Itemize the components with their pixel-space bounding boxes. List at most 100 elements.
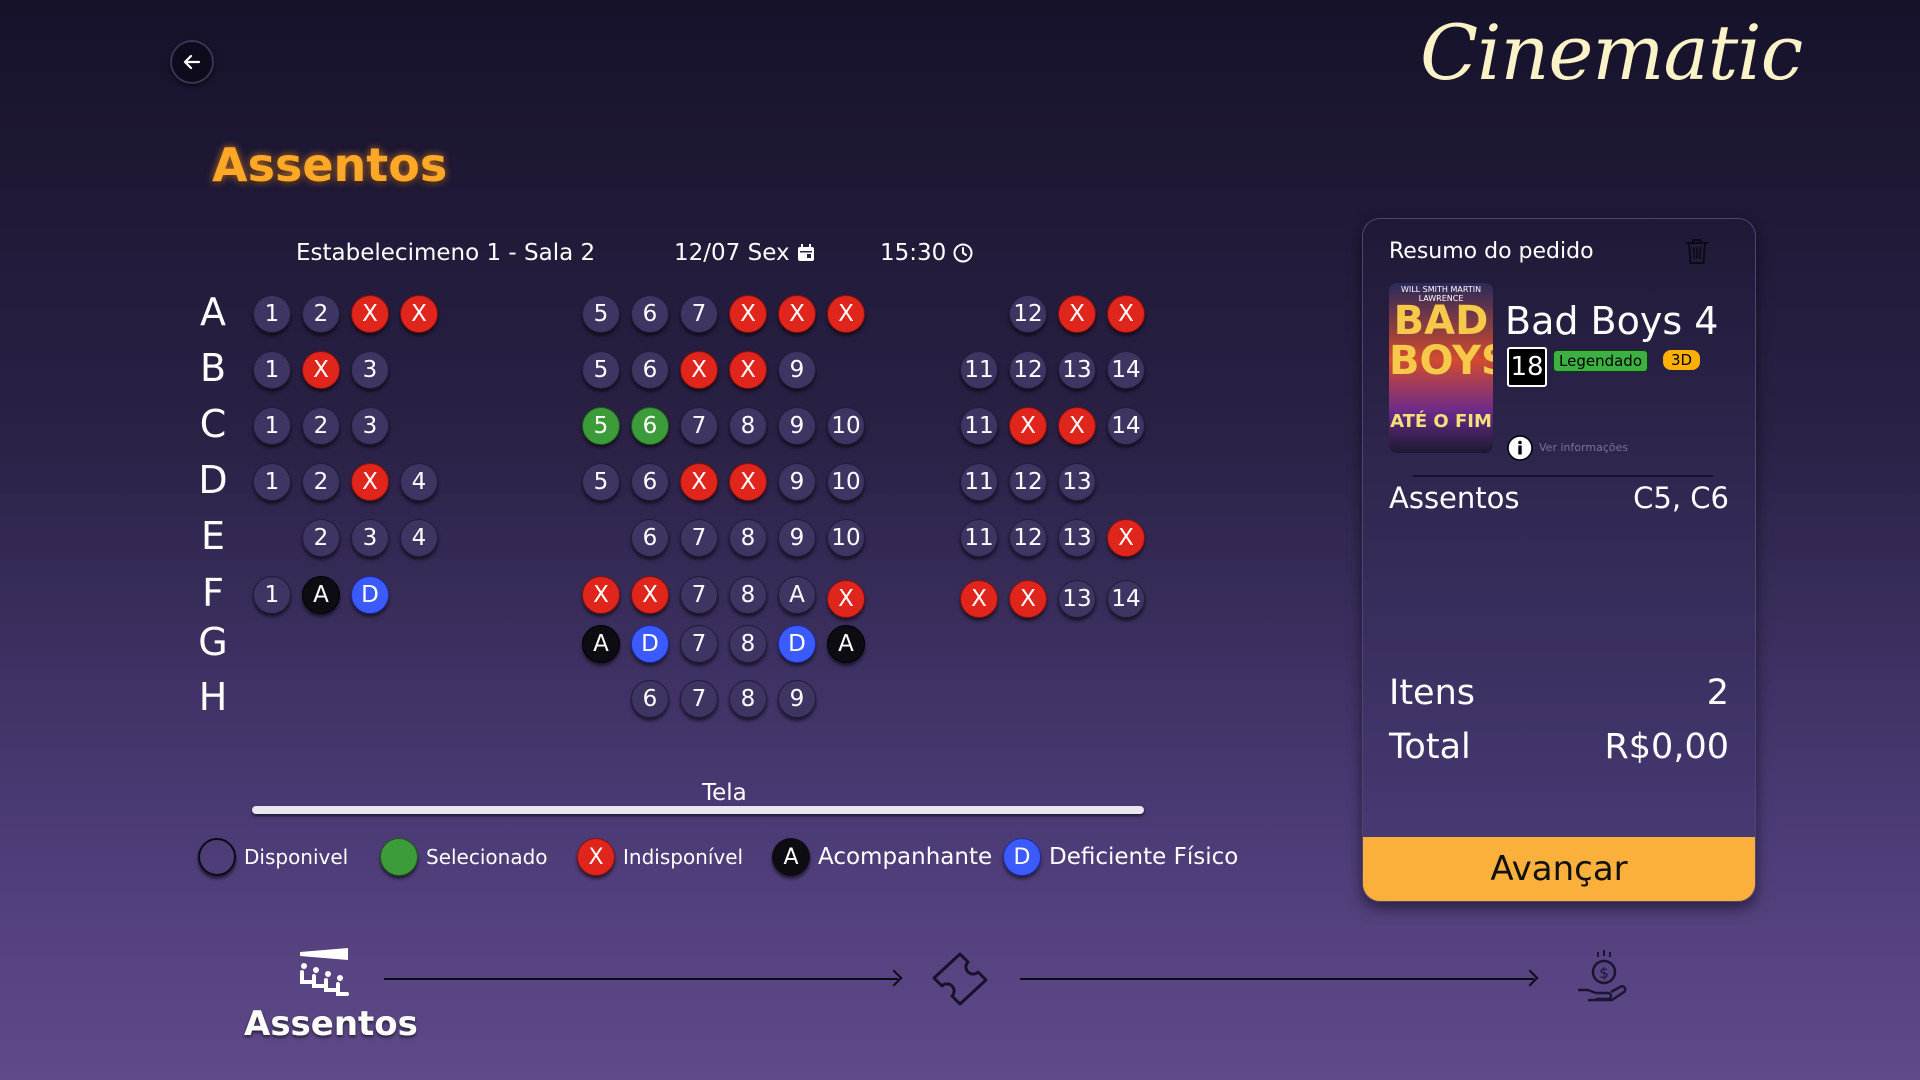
seat-g-6[interactable]: D <box>631 625 669 663</box>
seat-a-7[interactable]: 7 <box>680 295 718 333</box>
seat-c-9[interactable]: 9 <box>778 407 816 445</box>
seat-d-2[interactable]: 2 <box>302 463 340 501</box>
poster-title-line2: BOYS <box>1389 338 1493 384</box>
seat-f-7[interactable]: 7 <box>680 576 718 614</box>
seat-d-3: X <box>351 463 389 501</box>
seat-b-13[interactable]: 13 <box>1058 351 1096 389</box>
more-info-link[interactable]: Ver informações <box>1539 441 1628 454</box>
seat-a-12[interactable]: 12 <box>1009 295 1047 333</box>
seat-e-8[interactable]: 8 <box>729 519 767 557</box>
seat-g-8[interactable]: 8 <box>729 625 767 663</box>
seat-h-8[interactable]: 8 <box>729 680 767 718</box>
calendar-icon <box>797 244 814 261</box>
total-summary-row: Total R$0,00 <box>1389 727 1729 767</box>
seat-d-11[interactable]: 11 <box>960 463 998 501</box>
seat-e-3[interactable]: 3 <box>351 519 389 557</box>
seat-a-6[interactable]: 6 <box>631 295 669 333</box>
seat-b-9[interactable]: 9 <box>778 351 816 389</box>
seat-h-7[interactable]: 7 <box>680 680 718 718</box>
seat-c-2[interactable]: 2 <box>302 407 340 445</box>
seat-e-6[interactable]: 6 <box>631 519 669 557</box>
seat-e-4[interactable]: 4 <box>400 519 438 557</box>
seat-a-14: X <box>1107 295 1145 333</box>
seat-a-5[interactable]: 5 <box>582 295 620 333</box>
seat-f-3[interactable]: D <box>351 576 389 614</box>
date-selector[interactable]: 12/07 Sex <box>674 240 816 266</box>
seat-b-11[interactable]: 11 <box>960 351 998 389</box>
app-logo: Cinematic <box>1420 8 1803 97</box>
seat-b-7: X <box>680 351 718 389</box>
info-icon[interactable] <box>1507 435 1533 461</box>
legend-disabled: D Deficiente Físico <box>1003 838 1238 876</box>
seats-summary-row: Assentos C5, C6 <box>1389 481 1729 515</box>
seat-c-8[interactable]: 8 <box>729 407 767 445</box>
seat-c-3[interactable]: 3 <box>351 407 389 445</box>
seat-f-14[interactable]: 14 <box>1107 580 1145 618</box>
seat-f-8[interactable]: 8 <box>729 576 767 614</box>
seat-e-12[interactable]: 12 <box>1009 519 1047 557</box>
format-badge: 3D <box>1663 350 1701 370</box>
seat-d-10[interactable]: 10 <box>827 463 865 501</box>
seat-g-7[interactable]: 7 <box>680 625 718 663</box>
seat-a-13: X <box>1058 295 1096 333</box>
seat-b-12[interactable]: 12 <box>1009 351 1047 389</box>
row-label-b: B <box>199 346 227 390</box>
seat-d-4[interactable]: 4 <box>400 463 438 501</box>
seat-c-14[interactable]: 14 <box>1107 407 1145 445</box>
legend-unavailable-dot: X <box>577 838 615 876</box>
seat-h-6[interactable]: 6 <box>631 680 669 718</box>
advance-button[interactable]: Avançar <box>1363 837 1755 901</box>
seat-e-11[interactable]: 11 <box>960 519 998 557</box>
seat-g-5[interactable]: A <box>582 625 620 663</box>
seat-g-10[interactable]: A <box>827 625 865 663</box>
seat-c-6[interactable]: 6 <box>631 407 669 445</box>
seat-a-2[interactable]: 2 <box>302 295 340 333</box>
seat-d-13[interactable]: 13 <box>1058 463 1096 501</box>
seat-e-7[interactable]: 7 <box>680 519 718 557</box>
seat-c-5[interactable]: 5 <box>582 407 620 445</box>
trash-icon[interactable] <box>1681 235 1713 267</box>
seat-b-14[interactable]: 14 <box>1107 351 1145 389</box>
seat-f-9[interactable]: A <box>778 576 816 614</box>
seat-h-9[interactable]: 9 <box>778 680 816 718</box>
seat-b-8: X <box>729 351 767 389</box>
seat-e-9[interactable]: 9 <box>778 519 816 557</box>
items-summary-row: Itens 2 <box>1389 673 1729 713</box>
legend-available-label: Disponivel <box>244 845 349 869</box>
seat-f-13[interactable]: 13 <box>1058 580 1096 618</box>
seat-c-1[interactable]: 1 <box>253 407 291 445</box>
seat-b-1[interactable]: 1 <box>253 351 291 389</box>
seat-f-11: X <box>960 580 998 618</box>
date-text: 12/07 Sex <box>674 240 790 266</box>
seat-f-10: X <box>827 580 865 618</box>
legend-selected-dot <box>380 838 418 876</box>
seat-a-1[interactable]: 1 <box>253 295 291 333</box>
venue-label: Estabelecimeno 1 - Sala 2 <box>296 240 595 266</box>
seat-f-2[interactable]: A <box>302 576 340 614</box>
seat-b-6[interactable]: 6 <box>631 351 669 389</box>
seat-d-6[interactable]: 6 <box>631 463 669 501</box>
seat-c-11[interactable]: 11 <box>960 407 998 445</box>
movie-title: Bad Boys 4 <box>1505 299 1719 343</box>
seat-d-1[interactable]: 1 <box>253 463 291 501</box>
seat-d-9[interactable]: 9 <box>778 463 816 501</box>
legend-available: Disponivel <box>198 838 348 876</box>
time-selector[interactable]: 15:30 <box>880 240 974 266</box>
seat-b-3[interactable]: 3 <box>351 351 389 389</box>
seat-b-5[interactable]: 5 <box>582 351 620 389</box>
legend-companion: A Acompanhante <box>772 838 992 876</box>
seat-c-7[interactable]: 7 <box>680 407 718 445</box>
screen-bar <box>252 806 1144 814</box>
seat-e-13[interactable]: 13 <box>1058 519 1096 557</box>
legend-selected-label: Selecionado <box>426 845 548 869</box>
legend-selected: Selecionado <box>380 838 548 876</box>
seat-g-9[interactable]: D <box>778 625 816 663</box>
back-button[interactable] <box>170 40 214 84</box>
seat-c-10[interactable]: 10 <box>827 407 865 445</box>
seat-f-1[interactable]: 1 <box>253 576 291 614</box>
seat-d-5[interactable]: 5 <box>582 463 620 501</box>
seat-e-10[interactable]: 10 <box>827 519 865 557</box>
seat-e-2[interactable]: 2 <box>302 519 340 557</box>
screen-label: Tela <box>702 780 747 806</box>
seat-d-12[interactable]: 12 <box>1009 463 1047 501</box>
